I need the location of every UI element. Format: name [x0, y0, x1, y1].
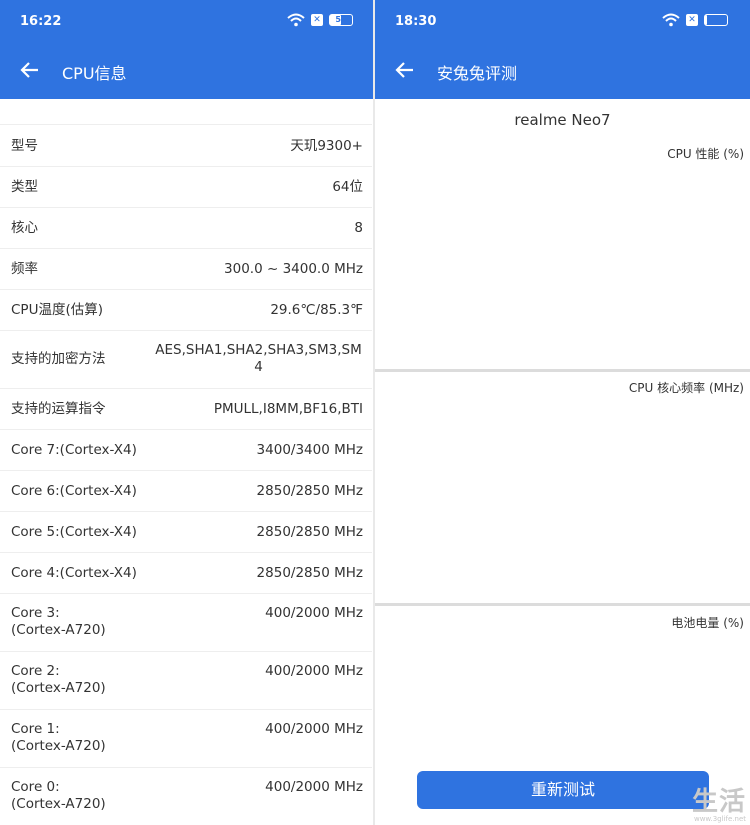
info-row: 型号 天玑9300+ — [0, 124, 372, 166]
info-row: Core 4:(Cortex-X4) 2850/2850 MHz — [0, 552, 372, 593]
cpu-core-frequency-chart: 003003006006009009001,2001,2001,5001,500… — [375, 400, 750, 604]
chart-separator — [375, 603, 750, 606]
info-value: 400/2000 MHz — [265, 663, 363, 679]
info-label: 类型 — [11, 179, 38, 195]
info-value: 400/2000 MHz — [265, 721, 363, 737]
info-row: CPU温度(估算) 29.6℃/85.3℉ — [0, 289, 372, 330]
cpu-performance-chart: 0020204040606080801001000:0918:1836:2654… — [375, 165, 750, 370]
sim-off-icon: ✕ — [686, 14, 698, 26]
info-label: 支持的加密方法 — [11, 351, 106, 367]
antutu-test-screen: 18:30 ✕ 3 安兔兔评测 realme Neo7 CPU 性能 (%) 0… — [375, 0, 750, 825]
info-value: 天玑9300+ — [290, 137, 363, 154]
chart-separator — [375, 369, 750, 372]
app-bar: 18:30 ✕ 3 安兔兔评测 — [375, 0, 750, 99]
info-row: Core 5:(Cortex-X4) 2850/2850 MHz — [0, 511, 372, 552]
page-title: CPU信息 — [62, 64, 127, 83]
watermark: 生活 www.3glife.net — [691, 787, 746, 823]
info-value: 2850/2850 MHz — [256, 524, 363, 540]
info-value: 64位 — [332, 179, 363, 195]
info-row: 核心 8 — [0, 207, 372, 248]
info-row: Core 7:(Cortex-X4) 3400/3400 MHz — [0, 429, 372, 470]
info-row: 支持的加密方法 AES,SHA1,SHA2,SHA3,SM3,SM 4 — [0, 330, 372, 388]
back-arrow-icon[interactable] — [393, 59, 415, 81]
chart-title-cpu-performance: CPU 性能 (%) — [667, 147, 744, 161]
app-bar: 16:22 ✕ 52 CPU信息 — [0, 0, 375, 99]
page-title: 安兔兔评测 — [437, 64, 518, 83]
info-value: 2850/2850 MHz — [256, 565, 363, 581]
info-value: 400/2000 MHz — [265, 605, 363, 621]
battery-icon: 3 — [704, 14, 728, 26]
status-time: 18:30 — [395, 14, 437, 29]
battery-level-chart: 2020303040405050 — [375, 635, 750, 755]
info-label: CPU温度(估算) — [11, 302, 103, 318]
info-value: 300.0 ~ 3400.0 MHz — [224, 261, 363, 277]
info-row: Core 1: (Cortex-A720) 400/2000 MHz — [0, 709, 372, 767]
info-row: Core 3: (Cortex-A720) 400/2000 MHz — [0, 593, 372, 651]
info-value: 8 — [354, 220, 363, 236]
device-name: realme Neo7 — [514, 111, 611, 129]
wifi-icon — [662, 13, 680, 27]
cpu-info-screen: 16:22 ✕ 52 CPU信息 型号 天玑9300+ 类型 64位核心 8 频率 300.… — [0, 0, 375, 825]
info-value: 400/2000 MHz — [265, 779, 363, 795]
info-label: Core 1: (Cortex-A720) — [11, 721, 106, 754]
cpu-info-list: 型号 天玑9300+ 类型 64位核心 8 频率 300.0 ~ 3400.0 MHz CPU… — [0, 124, 372, 825]
info-value: 29.6℃/85.3℉ — [270, 302, 363, 318]
info-label: 支持的运算指令 — [11, 401, 106, 417]
battery-icon: 52 — [329, 14, 353, 26]
info-value: 3400/3400 MHz — [256, 442, 363, 458]
status-icons: ✕ 3 — [662, 13, 728, 27]
info-label: Core 2: (Cortex-A720) — [11, 663, 106, 696]
info-label: Core 6:(Cortex-X4) — [11, 483, 137, 499]
info-label: Core 4:(Cortex-X4) — [11, 565, 137, 581]
info-label: Core 7:(Cortex-X4) — [11, 442, 137, 458]
wifi-icon — [287, 13, 305, 27]
info-label: 频率 — [11, 261, 38, 277]
info-label: Core 5:(Cortex-X4) — [11, 524, 137, 540]
info-value: AES,SHA1,SHA2,SHA3,SM3,SM 4 — [155, 342, 362, 375]
chart-title-core-frequency: CPU 核心频率 (MHz) — [628, 381, 744, 395]
info-value: 2850/2850 MHz — [256, 483, 363, 499]
info-row: Core 0: (Cortex-A720) 400/2000 MHz — [0, 767, 372, 825]
back-arrow-icon[interactable] — [18, 59, 40, 81]
info-row: 支持的运算指令 PMULL,I8MM,BF16,BTI — [0, 388, 372, 429]
info-label: 型号 — [11, 137, 38, 154]
sim-off-icon: ✕ — [311, 14, 323, 26]
info-row: Core 6:(Cortex-X4) 2850/2850 MHz — [0, 470, 372, 511]
retest-button[interactable]: 重新测试 — [417, 771, 709, 809]
info-label: Core 3: (Cortex-A720) — [11, 605, 106, 638]
info-row: Core 2: (Cortex-A720) 400/2000 MHz — [0, 651, 372, 709]
info-row: 类型 64位 — [0, 166, 372, 207]
chart-title-battery: 电池电量 (%) — [671, 616, 744, 630]
status-icons: ✕ 52 — [287, 13, 353, 27]
status-time: 16:22 — [20, 14, 62, 29]
info-label: Core 0: (Cortex-A720) — [11, 779, 106, 812]
info-row: 频率 300.0 ~ 3400.0 MHz — [0, 248, 372, 289]
info-label: 核心 — [11, 220, 38, 236]
info-value: PMULL,I8MM,BF16,BTI — [213, 401, 363, 417]
